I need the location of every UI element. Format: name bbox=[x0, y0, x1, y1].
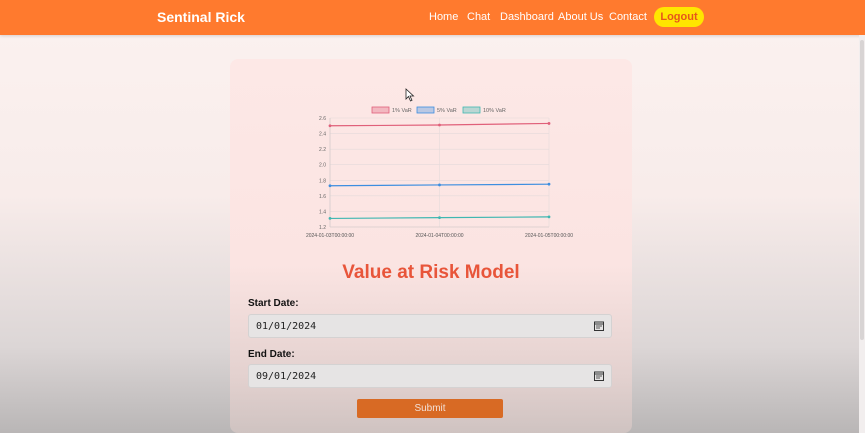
start-date-value: 01/01/2024 bbox=[256, 321, 317, 332]
y-tick-label: 2.2 bbox=[319, 147, 326, 153]
page-title: Value at Risk Model bbox=[342, 262, 520, 283]
y-tick-label: 2.0 bbox=[319, 163, 326, 169]
y-tick-label: 1.6 bbox=[319, 194, 326, 200]
end-date-label: End Date: bbox=[248, 349, 295, 360]
legend-swatch bbox=[416, 106, 435, 114]
logout-button[interactable]: Logout bbox=[654, 7, 704, 27]
data-point bbox=[547, 182, 551, 186]
end-date-input[interactable]: 09/01/2024 bbox=[248, 364, 612, 388]
data-point bbox=[438, 183, 441, 187]
var-chart: 2.6 2.4 2.2 2.0 1.8 1.6 1.4 1.2 2024-01-03T00:00… bbox=[290, 100, 590, 245]
data-point bbox=[438, 216, 441, 220]
x-tick-label: 2024-01-03T00:00:00 bbox=[306, 233, 354, 239]
calendar-icon[interactable] bbox=[594, 371, 604, 381]
y-tick-label: 1.2 bbox=[319, 225, 326, 231]
legend-label: 10% VaR bbox=[483, 108, 506, 114]
navbar: Sentinal Rick Home Chat Dashboard About … bbox=[0, 0, 865, 35]
scrollbar-thumb[interactable] bbox=[860, 40, 864, 340]
submit-button[interactable]: Submit bbox=[357, 399, 503, 418]
data-point bbox=[547, 215, 551, 219]
data-point bbox=[547, 122, 551, 125]
y-tick-label: 1.4 bbox=[319, 209, 326, 215]
legend-swatch bbox=[462, 106, 481, 114]
mouse-cursor-icon bbox=[405, 88, 415, 102]
y-tick-label: 2.6 bbox=[319, 116, 326, 122]
nav-link-contact[interactable]: Contact bbox=[609, 11, 647, 23]
var-chart-svg: 2.6 2.4 2.2 2.0 1.8 1.6 1.4 1.2 2024-01-03T00:00… bbox=[306, 106, 573, 239]
nav-link-dashboard[interactable]: Dashboard bbox=[500, 11, 554, 23]
nav-link-about-us[interactable]: About Us bbox=[558, 11, 603, 23]
legend-label: 1% VaR bbox=[392, 108, 412, 114]
legend-swatch bbox=[371, 106, 390, 114]
x-tick-label: 2024-01-04T00:00:00 bbox=[415, 233, 463, 239]
y-tick-label: 2.4 bbox=[319, 132, 326, 138]
end-date-value: 09/01/2024 bbox=[256, 371, 317, 382]
x-tick-label: 2024-01-05T00:00:00 bbox=[525, 233, 573, 239]
start-date-input[interactable]: 01/01/2024 bbox=[248, 314, 612, 338]
nav-link-chat[interactable]: Chat bbox=[467, 11, 490, 23]
nav-link-home[interactable]: Home bbox=[429, 11, 458, 23]
legend-label: 5% VaR bbox=[437, 108, 457, 114]
brand-logo-text[interactable]: Sentinal Rick bbox=[157, 9, 245, 25]
start-date-label: Start Date: bbox=[248, 298, 299, 309]
data-point bbox=[438, 123, 441, 127]
data-point bbox=[328, 217, 332, 220]
calendar-icon[interactable] bbox=[594, 321, 604, 331]
y-tick-label: 1.8 bbox=[319, 178, 326, 184]
data-point bbox=[328, 184, 332, 188]
data-point bbox=[328, 124, 332, 128]
